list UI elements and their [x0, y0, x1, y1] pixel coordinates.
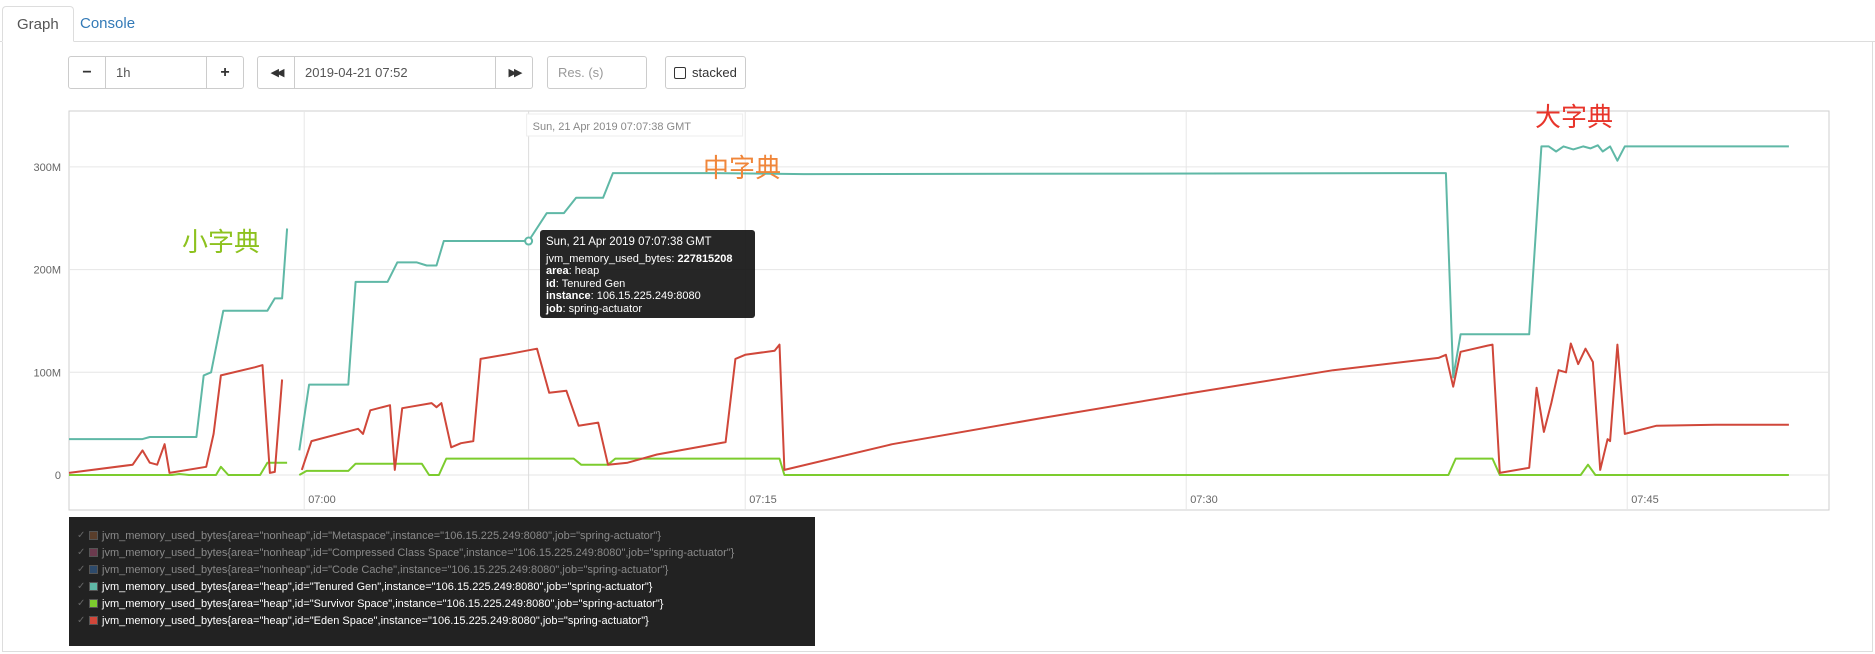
chart-legend: ✓ jvm_memory_used_bytes{area="nonheap",id…: [69, 517, 815, 646]
x-tick-label: 07:00: [308, 494, 336, 506]
tooltip-label-key: job: [546, 302, 563, 315]
legend-item-eden-space[interactable]: ✓ jvm_memory_used_bytes{area="heap",id="E…: [77, 612, 807, 629]
x-tick-label: 07:30: [1190, 494, 1218, 506]
tooltip-label-value: Tenured Gen: [561, 277, 626, 290]
legend-check-icon: ✓: [77, 581, 86, 592]
legend-item-code-cache[interactable]: ✓ jvm_memory_used_bytes{area="nonheap",id…: [77, 561, 807, 578]
chart-grid: [68, 110, 1830, 511]
tooltip-header: Sun, 21 Apr 2019 07:07:38 GMT: [546, 236, 712, 248]
legend-label: jvm_memory_used_bytes{area="nonheap",id=…: [102, 546, 735, 559]
annotation-small-dict: 小字典: [182, 222, 260, 259]
legend-label: jvm_memory_used_bytes{area="nonheap",id=…: [102, 529, 661, 542]
y-tick-label: 300M: [33, 162, 61, 174]
x-tick-label: 07:15: [749, 494, 777, 506]
legend-swatch: [89, 548, 98, 557]
tooltip-label-row: instance: 106.15.225.249:8080: [546, 290, 701, 302]
legend-check-icon: ✓: [77, 530, 86, 541]
legend-label: jvm_memory_used_bytes{area="heap",id="Te…: [102, 580, 653, 593]
annotation-large-text: 大字典: [1535, 103, 1614, 133]
tab-graph[interactable]: Graph: [2, 6, 74, 42]
legend-check-icon: ✓: [77, 547, 86, 558]
legend-item-metaspace[interactable]: ✓ jvm_memory_used_bytes{area="nonheap",id…: [77, 527, 807, 544]
legend-item-survivor-space[interactable]: ✓ jvm_memory_used_bytes{area="heap",id="S…: [77, 595, 807, 612]
hover-time-label: Sun, 21 Apr 2019 07:07:38 GMT: [533, 121, 692, 133]
annotation-small-text: 小字典: [182, 228, 261, 258]
legend-label: jvm_memory_used_bytes{area="heap",id="Su…: [102, 597, 664, 610]
legend-check-icon: ✓: [77, 564, 86, 575]
y-tick-label: 0: [55, 470, 61, 482]
legend-swatch: [89, 531, 98, 540]
y-tick-label: 100M: [33, 367, 61, 379]
tooltip-label-value: 106.15.225.249:8080: [596, 290, 701, 302]
plot-area: [68, 110, 1830, 511]
legend-swatch: [89, 565, 98, 574]
legend-check-icon: ✓: [77, 615, 86, 626]
x-tick-label: 07:45: [1631, 494, 1659, 506]
tooltip-metric: jvm_memory_used_bytes: 227815208: [546, 252, 733, 265]
legend-swatch: [89, 582, 98, 591]
legend-swatch: [89, 599, 98, 608]
legend-label: jvm_memory_used_bytes{area="heap",id="Ed…: [102, 614, 649, 627]
legend-item-tenured-gen[interactable]: ✓ jvm_memory_used_bytes{area="heap",id="T…: [77, 578, 807, 595]
legend-item-compressed-class-space[interactable]: ✓ jvm_memory_used_bytes{area="nonheap",id…: [77, 544, 807, 561]
tooltip-label-row: area: heap: [546, 265, 600, 277]
y-tick-label: 200M: [33, 265, 61, 277]
annotation-large-dict: 大字典: [1535, 97, 1613, 134]
hover-tooltip: Sun, 21 Apr 2019 07:07:38 GMT jvm_memory…: [540, 230, 755, 318]
hover-point-marker: [524, 236, 534, 246]
annotation-medium-dict: 中字典: [703, 148, 781, 185]
legend-label: jvm_memory_used_bytes{area="nonheap",id=…: [102, 563, 669, 576]
tooltip-metric-name: jvm_memory_used_bytes: [546, 252, 672, 265]
tooltip-label-row: job: spring-actuator: [546, 302, 642, 315]
tooltip-label-key: instance: [546, 290, 591, 302]
annotation-medium-text: 中字典: [703, 154, 782, 184]
tooltip-label-row: id: Tenured Gen: [546, 277, 626, 290]
tooltip-label-value: spring-actuator: [568, 302, 642, 315]
tooltip-label-key: area: [546, 265, 569, 277]
tooltip-metric-value: 227815208: [677, 252, 733, 265]
legend-check-icon: ✓: [77, 598, 86, 609]
tooltip-label-value: heap: [574, 265, 600, 277]
tooltip-label-key: id: [546, 277, 556, 290]
legend-swatch: [89, 616, 98, 625]
